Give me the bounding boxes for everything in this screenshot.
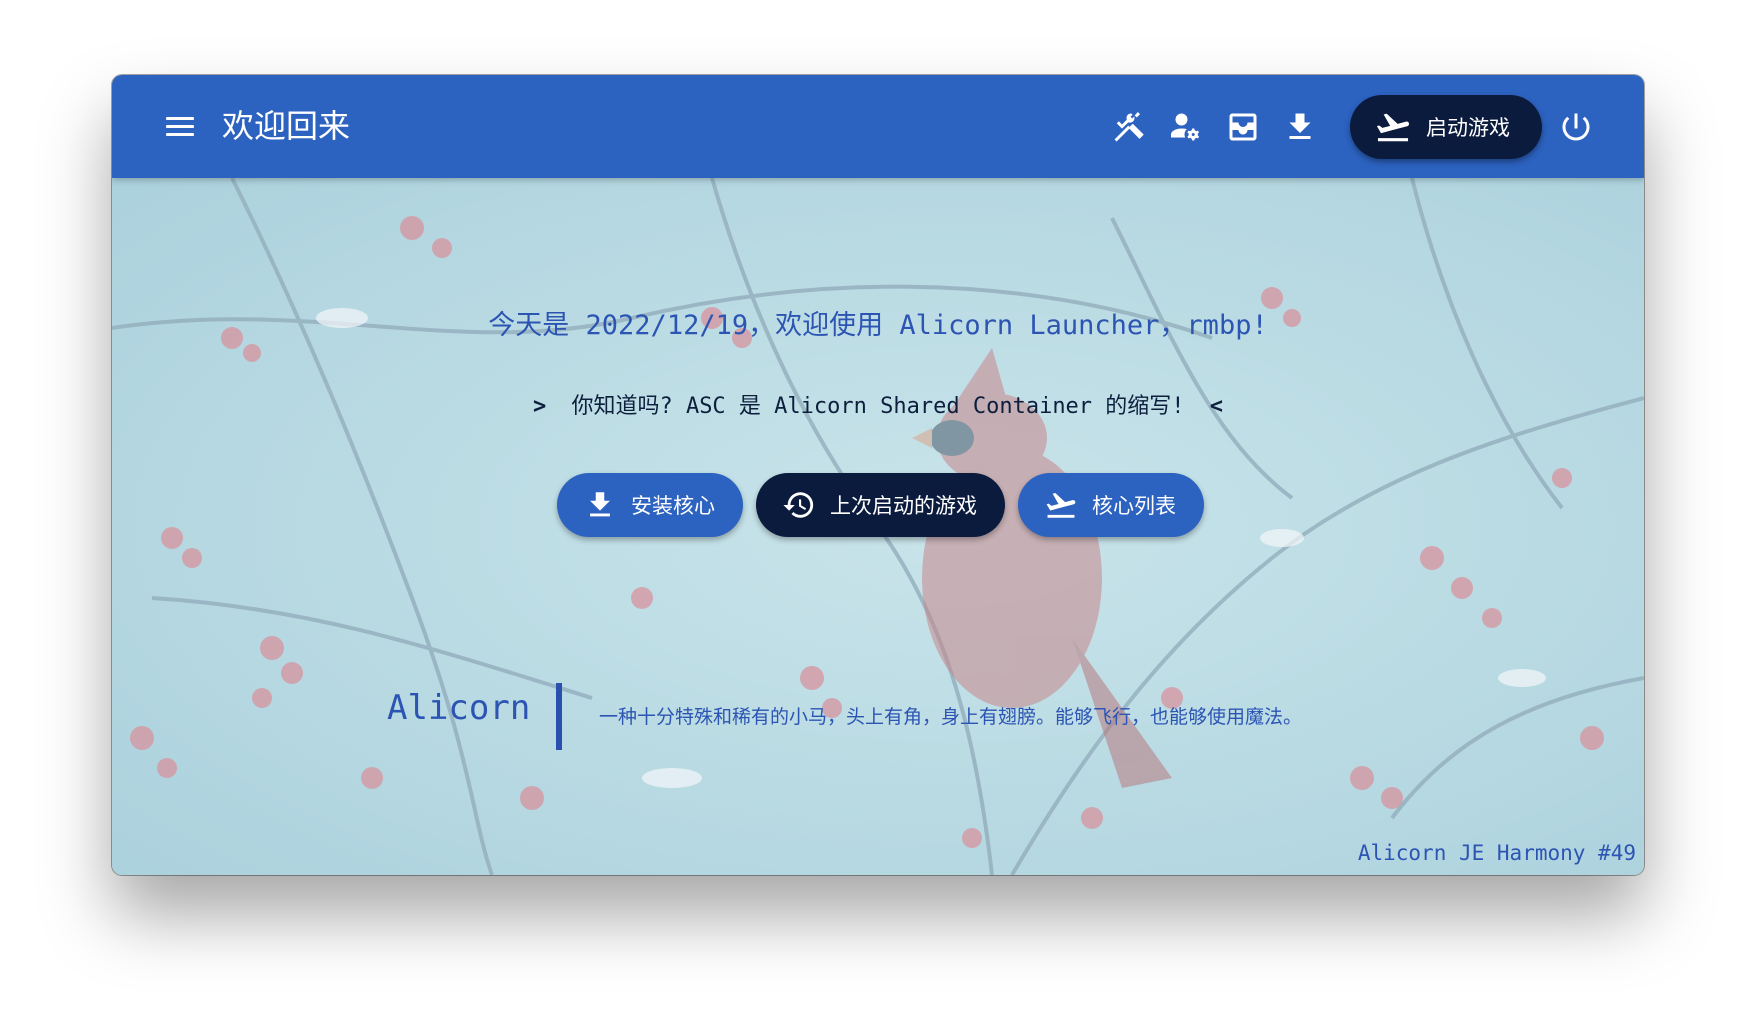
power-button[interactable] [1554, 105, 1598, 149]
menu-icon-line [166, 133, 194, 136]
download-icon [590, 492, 610, 517]
main-content: 今天是 2022/12/19，欢迎使用 Alicorn Launcher，rmb… [112, 178, 1644, 875]
tools-button[interactable] [1106, 105, 1150, 149]
brand-name: Alicorn [387, 688, 531, 728]
version-label: Alicorn JE Harmony #49 [1357, 841, 1636, 865]
inbox-button[interactable] [1221, 105, 1265, 149]
inbox-icon [1229, 113, 1257, 141]
quick-actions: 安装核心 上次启动的游戏 核心列表 [557, 473, 1204, 537]
core-list-button[interactable]: 核心列表 [1018, 473, 1204, 537]
account-settings-icon [1171, 113, 1200, 141]
menu-icon-line [166, 117, 194, 120]
tip-prefix: > [532, 394, 547, 419]
account-settings-button[interactable] [1164, 105, 1208, 149]
tip-line: > 你知道吗? ASC 是 Alicorn Shared Container 的… [112, 388, 1644, 420]
download-button[interactable] [1278, 105, 1322, 149]
launcher-window: 欢迎回来 启动游戏 今天是 2022/12/19，欢迎使用 Alicorn La… [112, 75, 1644, 875]
airplane-takeoff-icon [1046, 493, 1076, 518]
menu-button[interactable] [164, 111, 196, 143]
install-core-label: 安装核心 [631, 494, 715, 518]
welcome-message: 今天是 2022/12/19，欢迎使用 Alicorn Launcher，rmb… [488, 310, 1268, 341]
launch-game-label: 启动游戏 [1426, 116, 1510, 140]
tip-text: 你知道吗? ASC 是 Alicorn Shared Container 的缩写… [571, 394, 1185, 419]
download-icon [1289, 113, 1311, 139]
history-icon [783, 492, 814, 518]
last-game-label: 上次启动的游戏 [830, 494, 977, 518]
app-bar: 欢迎回来 启动游戏 [112, 75, 1644, 178]
install-core-button[interactable]: 安装核心 [557, 473, 743, 537]
last-game-button[interactable]: 上次启动的游戏 [756, 473, 1005, 537]
core-list-label: 核心列表 [1092, 494, 1176, 518]
power-icon [1562, 113, 1590, 141]
menu-icon-line [166, 125, 194, 128]
page-title: 欢迎回来 [222, 107, 351, 145]
launch-game-button[interactable]: 启动游戏 [1350, 95, 1542, 159]
tip-suffix: < [1209, 394, 1224, 419]
brand-divider [556, 683, 562, 750]
brand-definition: 一种十分特殊和稀有的小马，头上有角，身上有翅膀。能够飞行，也能够使用魔法。 [599, 706, 1303, 728]
airplane-takeoff-icon [1376, 113, 1410, 142]
tools-icon [1114, 112, 1144, 142]
